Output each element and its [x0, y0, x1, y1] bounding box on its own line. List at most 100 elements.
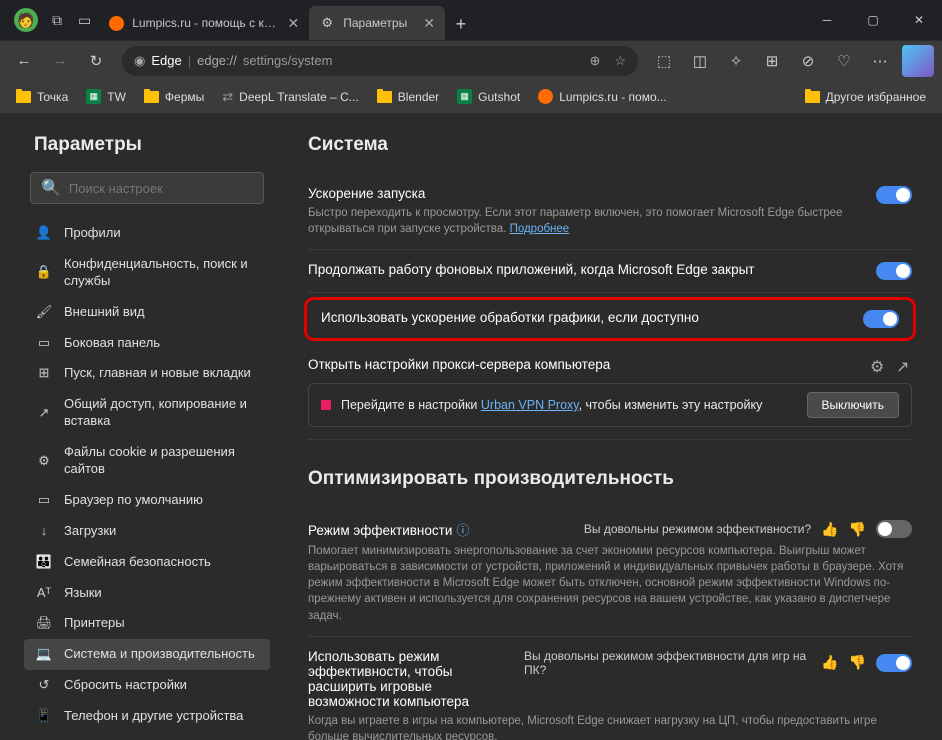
folder-icon	[16, 91, 31, 103]
gear-icon: ⚙	[319, 15, 335, 31]
minimize-button[interactable]: ─	[804, 0, 850, 40]
content: Параметры 🔍 👤Профили 🔒Конфиденциальность…	[0, 114, 942, 740]
background-toggle[interactable]	[876, 262, 912, 280]
gaming-toggle[interactable]	[876, 654, 912, 672]
external-link-icon[interactable]: ↗	[896, 357, 912, 373]
proxy-link[interactable]: Urban VPN Proxy	[481, 398, 579, 412]
thumbs-up-icon[interactable]: 👍	[821, 654, 838, 671]
setting-efficiency: Режим эффективностиⓘ Вы довольны режимом…	[308, 508, 912, 636]
sidebar-item-downloads[interactable]: ↓Загрузки	[24, 516, 270, 547]
gaming-feedback: Вы довольны режимом эффективности для иг…	[524, 649, 912, 677]
disable-extension-button[interactable]: Выключить	[807, 392, 899, 418]
split-icon[interactable]: ◫	[684, 45, 716, 77]
bookmark-tw[interactable]: ▦TW	[78, 85, 134, 108]
close-button[interactable]: ✕	[896, 0, 942, 40]
profile-avatar[interactable]: 🧑	[14, 8, 38, 32]
sidebar-item-sidebar[interactable]: ▭Боковая панель	[24, 328, 270, 359]
performance-icon[interactable]: ♡	[828, 45, 860, 77]
maximize-button[interactable]: ▢	[850, 0, 896, 40]
folder-icon	[377, 91, 392, 103]
bookmark-lumpics[interactable]: Lumpics.ru - помо...	[530, 85, 674, 108]
bookmark-gutshot[interactable]: ▦Gutshot	[449, 85, 528, 108]
sidebar-item-appearance[interactable]: 🖌Внешний вид	[24, 297, 270, 328]
address-bar[interactable]: ◉ Edge | edge://settings/system ⊕ ☆	[122, 46, 638, 76]
lock-icon: 🔒	[36, 264, 52, 281]
hwaccel-toggle[interactable]	[863, 310, 899, 328]
sheets-icon: ▦	[86, 89, 101, 104]
bookmark-blender[interactable]: Blender	[369, 86, 447, 108]
folder-icon	[805, 91, 820, 103]
collections-icon[interactable]: ⊞	[756, 45, 788, 77]
extension-icon[interactable]: ⚙	[870, 357, 886, 373]
close-icon[interactable]: ✕	[288, 15, 300, 32]
tab-title: Lumpics.ru - помощь с компьют	[132, 16, 279, 30]
downloads-icon[interactable]: ⊘	[792, 45, 824, 77]
sidebar-item-default[interactable]: ▭Браузер по умолчанию	[24, 485, 270, 516]
setting-title: Продолжать работу фоновых приложений, ко…	[308, 262, 754, 277]
sidebar-item-privacy[interactable]: 🔒Конфиденциальность, поиск и службы	[24, 249, 270, 297]
other-bookmarks[interactable]: Другое избранное	[797, 86, 934, 108]
home-icon: ⊞	[36, 365, 52, 382]
setting-gaming-efficiency: Использовать режим эффективности, чтобы …	[308, 637, 912, 740]
tab-strip: Lumpics.ru - помощь с компьют ✕ ⚙ Параме…	[99, 0, 804, 40]
section-performance-title: Оптимизировать производительность	[308, 468, 912, 490]
learn-more-link[interactable]: Подробнее	[510, 223, 570, 235]
search-icon: 🔍	[41, 178, 61, 198]
window-controls: ─ ▢ ✕	[804, 0, 942, 40]
sidebar-item-accessibility[interactable]: ✦Специальные возможности	[24, 732, 270, 740]
setting-description: Быстро переходить к просмотру. Если этот…	[308, 205, 860, 237]
sidebar-item-reset[interactable]: ↺Сбросить настройки	[24, 670, 270, 701]
bookmarks-bar: Точка ▦TW Фермы ⇄DeepL Translate – C... …	[0, 80, 942, 114]
startup-toggle[interactable]	[876, 186, 912, 204]
sidebar-item-system[interactable]: 💻Система и производительность	[24, 639, 270, 670]
read-aloud-icon[interactable]: ☆	[614, 53, 626, 69]
cookie-icon: ⚙	[36, 453, 52, 470]
search-icon[interactable]: ⊕	[589, 53, 600, 69]
tab-lumpics[interactable]: Lumpics.ru - помощь с компьют ✕	[99, 6, 309, 40]
thumbs-down-icon[interactable]: 👎	[849, 654, 866, 671]
extension-dot-icon	[321, 400, 331, 410]
sidebar-item-phone[interactable]: 📱Телефон и другие устройства	[24, 701, 270, 732]
search-input[interactable]	[69, 181, 253, 196]
vertical-tabs-icon[interactable]: ▭	[70, 4, 99, 37]
setting-background-apps: Продолжать работу фоновых приложений, ко…	[308, 250, 912, 293]
sidebar-item-share[interactable]: ↗Общий доступ, копирование и вставка	[24, 389, 270, 437]
sidebar-item-start[interactable]: ⊞Пуск, главная и новые вкладки	[24, 358, 270, 389]
tab-settings[interactable]: ⚙ Параметры ✕	[309, 6, 445, 40]
person-icon: 👤	[36, 225, 52, 242]
setting-description: Помогает минимизировать энергопользовани…	[308, 543, 912, 623]
info-icon[interactable]: ⓘ	[456, 523, 469, 538]
setting-title: Открыть настройки прокси-сервера компьют…	[308, 357, 610, 372]
close-icon[interactable]: ✕	[423, 15, 435, 32]
copilot-button[interactable]	[902, 45, 934, 77]
refresh-button[interactable]: ↻	[80, 45, 112, 77]
setting-title: Использовать режим эффективности, чтобы …	[308, 649, 508, 709]
efficiency-toggle[interactable]	[876, 520, 912, 538]
workspaces-icon[interactable]: ⧉	[44, 4, 70, 37]
forward-button: →	[44, 45, 76, 77]
setting-proxy: Открыть настройки прокси-сервера компьют…	[308, 345, 912, 440]
setting-startup-boost: Ускорение запуска Быстро переходить к пр…	[308, 174, 912, 250]
edge-icon: ◉	[134, 53, 145, 69]
settings-search[interactable]: 🔍	[30, 172, 264, 204]
sidebar-item-cookies[interactable]: ⚙Файлы cookie и разрешения сайтов	[24, 437, 270, 485]
back-button[interactable]: ←	[8, 45, 40, 77]
new-tab-button[interactable]: +	[445, 8, 477, 40]
more-icon[interactable]: ⋯	[864, 45, 896, 77]
reset-icon: ↺	[36, 677, 52, 694]
language-icon: Aᵀ	[36, 585, 52, 602]
url-host: edge://	[197, 53, 237, 68]
favicon-lumpics	[109, 15, 124, 31]
sidebar-item-printers[interactable]: 🖨Принтеры	[24, 608, 270, 639]
sidebar-item-languages[interactable]: AᵀЯзыки	[24, 578, 270, 609]
sheets-icon: ▦	[457, 89, 472, 104]
bookmark-tochka[interactable]: Точка	[8, 86, 76, 108]
thumbs-down-icon[interactable]: 👎	[849, 521, 866, 538]
bookmark-fermy[interactable]: Фермы	[136, 86, 212, 108]
favorites-icon[interactable]: ✧	[720, 45, 752, 77]
sidebar-item-profiles[interactable]: 👤Профили	[24, 218, 270, 249]
thumbs-up-icon[interactable]: 👍	[821, 521, 838, 538]
extensions-icon[interactable]: ⬚	[648, 45, 680, 77]
sidebar-item-family[interactable]: 👪Семейная безопасность	[24, 547, 270, 578]
bookmark-deepl[interactable]: ⇄DeepL Translate – C...	[214, 85, 367, 109]
